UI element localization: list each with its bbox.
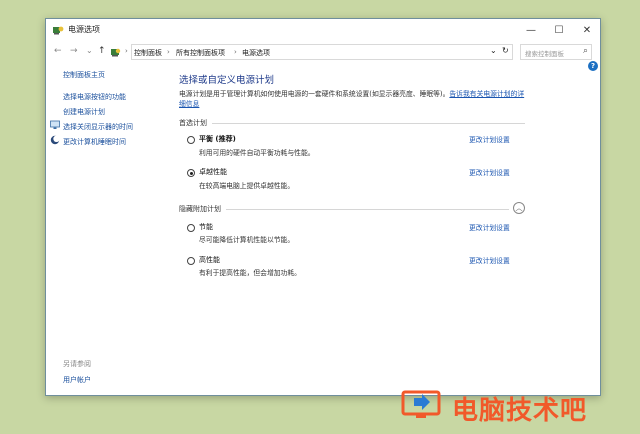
refresh-icon[interactable]: ↻ xyxy=(502,46,509,55)
plan-balanced-change-link[interactable]: 更改计划设置 xyxy=(469,134,510,144)
search-placeholder: 搜索控制面板 xyxy=(525,50,564,58)
address-bar-row: ← → ⌄ ↑ › 控制面板 › 所有控制面板项 › 电源选项 ⌄ ↻ 搜索控制… xyxy=(46,41,600,65)
minimize-button[interactable]: — xyxy=(516,19,546,41)
plan-high-performance-change-link[interactable]: 更改计划设置 xyxy=(469,255,510,265)
power-options-app-icon xyxy=(53,26,64,35)
maximize-button[interactable]: ☐ xyxy=(544,19,574,41)
power-options-window: 电源选项 — ☐ ✕ ← → ⌄ ↑ › 控制面板 › 所有控制面板项 › 电源… xyxy=(45,18,601,396)
breadcrumb-separator: › xyxy=(125,47,128,55)
divider xyxy=(212,123,525,124)
sidebar-item-sleep-time[interactable]: 更改计算机睡眠时间 xyxy=(63,137,126,147)
watermark-text: 电脑技术吧 xyxy=(452,396,588,426)
plan-high-performance-name[interactable]: 高性能 xyxy=(199,255,220,265)
address-box[interactable]: 控制面板 › 所有控制面板项 › 电源选项 ⌄ ↻ xyxy=(131,44,513,60)
plan-ultimate-desc: 在较高端电脑上提供卓越性能。 xyxy=(199,182,295,190)
breadcrumb-power-options[interactable]: 电源选项 xyxy=(242,48,270,58)
close-button[interactable]: ✕ xyxy=(572,19,602,41)
plan-ultimate-change-link[interactable]: 更改计划设置 xyxy=(469,167,510,177)
plan-high-performance-radio[interactable] xyxy=(187,257,195,265)
plan-power-saver-name[interactable]: 节能 xyxy=(199,222,213,232)
plan-balanced-radio[interactable] xyxy=(187,136,195,144)
plan-balanced-title: 平衡 xyxy=(199,135,213,143)
breadcrumb-all-items[interactable]: 所有控制面板项 xyxy=(176,48,225,58)
plan-power-saver-change-link[interactable]: 更改计划设置 xyxy=(469,222,510,232)
sidebar-item-user-accounts[interactable]: 用户帐户 xyxy=(63,375,91,385)
page-description: 电源计划是用于管理计算机如何使用电源的一套硬件和系统设置(如显示器亮度、睡眠等)… xyxy=(179,89,529,109)
preferred-plans-label: 首选计划 xyxy=(179,119,207,127)
display-icon xyxy=(50,120,60,129)
sidebar-item-create-plan[interactable]: 创建电源计划 xyxy=(63,107,105,117)
collapse-hidden-plans-button[interactable]: ︿ xyxy=(513,202,525,214)
breadcrumb-separator[interactable]: › xyxy=(234,48,237,56)
divider xyxy=(226,209,509,210)
plan-power-saver-desc: 尽可能降低计算机性能以节能。 xyxy=(199,236,295,244)
computer-logo-icon xyxy=(401,390,441,418)
plan-power-saver-radio[interactable] xyxy=(187,224,195,232)
address-dropdown-icon[interactable]: ⌄ xyxy=(490,46,497,55)
sidebar-home-link[interactable]: 控制面板主页 xyxy=(63,70,105,80)
breadcrumb-control-panel[interactable]: 控制面板 xyxy=(134,48,162,58)
plan-balanced-name[interactable]: 平衡 (推荐) xyxy=(199,134,236,144)
help-icon[interactable]: ? xyxy=(588,61,598,71)
search-icon[interactable]: ⌕ xyxy=(583,46,588,56)
plan-balanced-desc: 利用可用的硬件自动平衡功耗与性能。 xyxy=(199,149,315,157)
title-bar[interactable]: 电源选项 — ☐ ✕ xyxy=(46,19,600,41)
control-panel-icon xyxy=(111,48,121,57)
see-also-heading: 另请参阅 xyxy=(63,360,91,368)
sidebar-item-power-button[interactable]: 选择电源按钮的功能 xyxy=(63,92,126,102)
page-title: 选择或自定义电源计划 xyxy=(179,75,275,86)
back-arrow-icon[interactable]: ← xyxy=(54,46,62,56)
window-title: 电源选项 xyxy=(68,25,100,34)
plan-ultimate-radio[interactable] xyxy=(187,169,195,177)
forward-arrow-icon[interactable]: → xyxy=(70,46,78,56)
sleep-moon-icon xyxy=(50,135,60,145)
sidebar-item-display-off[interactable]: 选择关闭显示器的时间 xyxy=(63,122,133,132)
breadcrumb-separator[interactable]: › xyxy=(167,48,170,56)
plan-ultimate-name[interactable]: 卓越性能 xyxy=(199,167,227,177)
up-arrow-icon[interactable]: ↑ xyxy=(98,46,106,56)
description-text: 电源计划是用于管理计算机如何使用电源的一套硬件和系统设置(如显示器亮度、睡眠等)… xyxy=(179,90,450,98)
hidden-plans-label: 隐藏附加计划 xyxy=(179,205,221,213)
plan-high-performance-desc: 有利于提高性能，但会增加功耗。 xyxy=(199,269,301,277)
plan-balanced-recommended: (推荐) xyxy=(213,135,236,143)
search-input[interactable]: 搜索控制面板 ⌕ xyxy=(520,44,592,60)
recent-locations-icon[interactable]: ⌄ xyxy=(86,46,93,55)
